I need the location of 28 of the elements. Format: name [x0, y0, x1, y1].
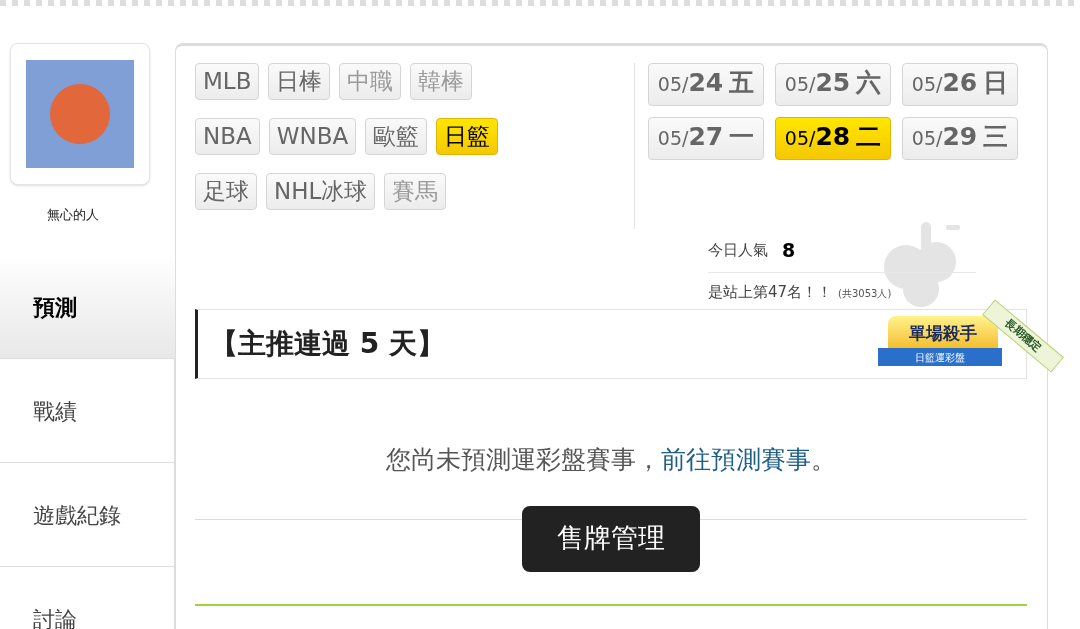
sport-tab[interactable]: 日籃 [436, 118, 499, 155]
sport-tab[interactable]: NHL冰球 [266, 173, 376, 210]
sport-tab[interactable]: 日棒 [268, 63, 331, 100]
no-prediction-message: 您尚未預測運彩盤賽事，前往預測賽事。 [385, 444, 837, 476]
sport-tab[interactable]: MLB [195, 63, 260, 100]
date-tab[interactable]: 05/26 日 [902, 63, 1018, 106]
date-tab[interactable]: 05/24 五 [648, 63, 764, 106]
nav-tab[interactable]: 戰績 [0, 359, 175, 463]
date-tab[interactable]: 05/29 三 [902, 117, 1018, 160]
streak-title: 【主推連過 5 天】 [210, 326, 445, 362]
sport-tab[interactable]: 歐籃 [365, 118, 428, 155]
badge-title: 單場殺手 [909, 322, 977, 346]
popularity-value: 8 [782, 238, 796, 264]
sport-tab[interactable]: 足球 [195, 173, 257, 210]
go-predict-link[interactable]: 前往預測賽事 [661, 445, 811, 474]
nav-tab[interactable]: 遊戲紀錄 [0, 463, 175, 567]
rank-total: (共3053人) [838, 287, 892, 301]
sport-tab[interactable]: NBA [195, 118, 260, 155]
popularity-label: 今日人氣 [708, 240, 768, 262]
badge-subtitle: 日籃運彩盤 [915, 350, 965, 365]
date-tab[interactable]: 05/27 一 [648, 117, 764, 160]
sell-management-button[interactable]: 售牌管理 [522, 505, 700, 572]
user-name: 無心的人 [46, 206, 99, 224]
sport-tab[interactable]: WNBA [268, 118, 357, 155]
date-tab[interactable]: 05/28 二 [775, 117, 891, 160]
date-tab[interactable]: 05/25 六 [775, 63, 891, 106]
ribbon-label: 長期穩定 [1001, 315, 1046, 357]
rank-text: 是站上第47名！！ [708, 282, 833, 303]
